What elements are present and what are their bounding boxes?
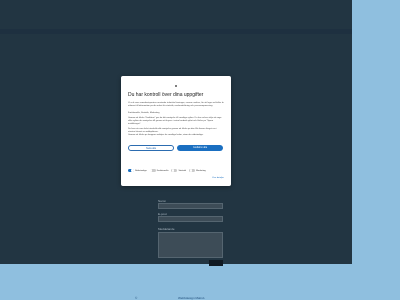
form-label-message: Meddelande [158, 227, 175, 231]
category-statistics[interactable]: Statistik [171, 168, 186, 173]
email-field[interactable] [158, 216, 223, 222]
toggle-switch-icon[interactable] [171, 169, 178, 172]
category-label: Marketing [196, 169, 206, 172]
show-details-link[interactable]: Visa detaljer [212, 177, 224, 179]
category-functional[interactable]: Funktionella [149, 168, 169, 173]
send-button[interactable] [209, 260, 223, 266]
category-necessary[interactable]: Nödvändiga [128, 168, 147, 173]
cookie-consent-dialog: Du har kontroll över dina uppgifter Vi o… [121, 76, 231, 186]
category-marketing[interactable]: Marketing [189, 168, 206, 173]
reject-all-button[interactable]: Neka alla [128, 145, 174, 151]
accept-all-button[interactable]: Godkänn alla [177, 145, 223, 151]
dialog-reject-text: Genom att klicka på knappen avböjer du s… [128, 134, 204, 136]
toggle-switch-icon[interactable] [189, 169, 196, 172]
right-margin [352, 0, 400, 264]
header-divider [0, 29, 352, 34]
message-field[interactable] [158, 232, 223, 258]
category-label: Statistik [178, 169, 187, 172]
dialog-consent-text: Genom att klicka "Godkänn" ger du ditt s… [128, 117, 222, 125]
toggle-switch-icon[interactable] [128, 169, 134, 172]
dialog-withdraw-text: Du kan när som helst återkalla ditt samt… [128, 128, 217, 133]
footer-area [0, 264, 400, 300]
dialog-purposes-text: Funktionella, Statistik, Marketing [128, 112, 160, 114]
logo-icon [175, 85, 177, 87]
dialog-title: Du har kontroll över dina uppgifter [128, 92, 204, 98]
consent-categories: Nödvändiga Funktionella Statistik Market… [128, 168, 224, 173]
category-label: Nödvändiga [135, 169, 147, 172]
footer-copyright: © [135, 296, 138, 300]
name-field[interactable] [158, 203, 223, 209]
category-label: Funktionella [156, 169, 169, 172]
dialog-intro-text: Vi och våra samarbetspartner använder te… [128, 102, 224, 107]
toggle-switch-icon[interactable] [149, 169, 156, 172]
footer-link[interactable]: Webbdesign Malmö [178, 296, 204, 300]
